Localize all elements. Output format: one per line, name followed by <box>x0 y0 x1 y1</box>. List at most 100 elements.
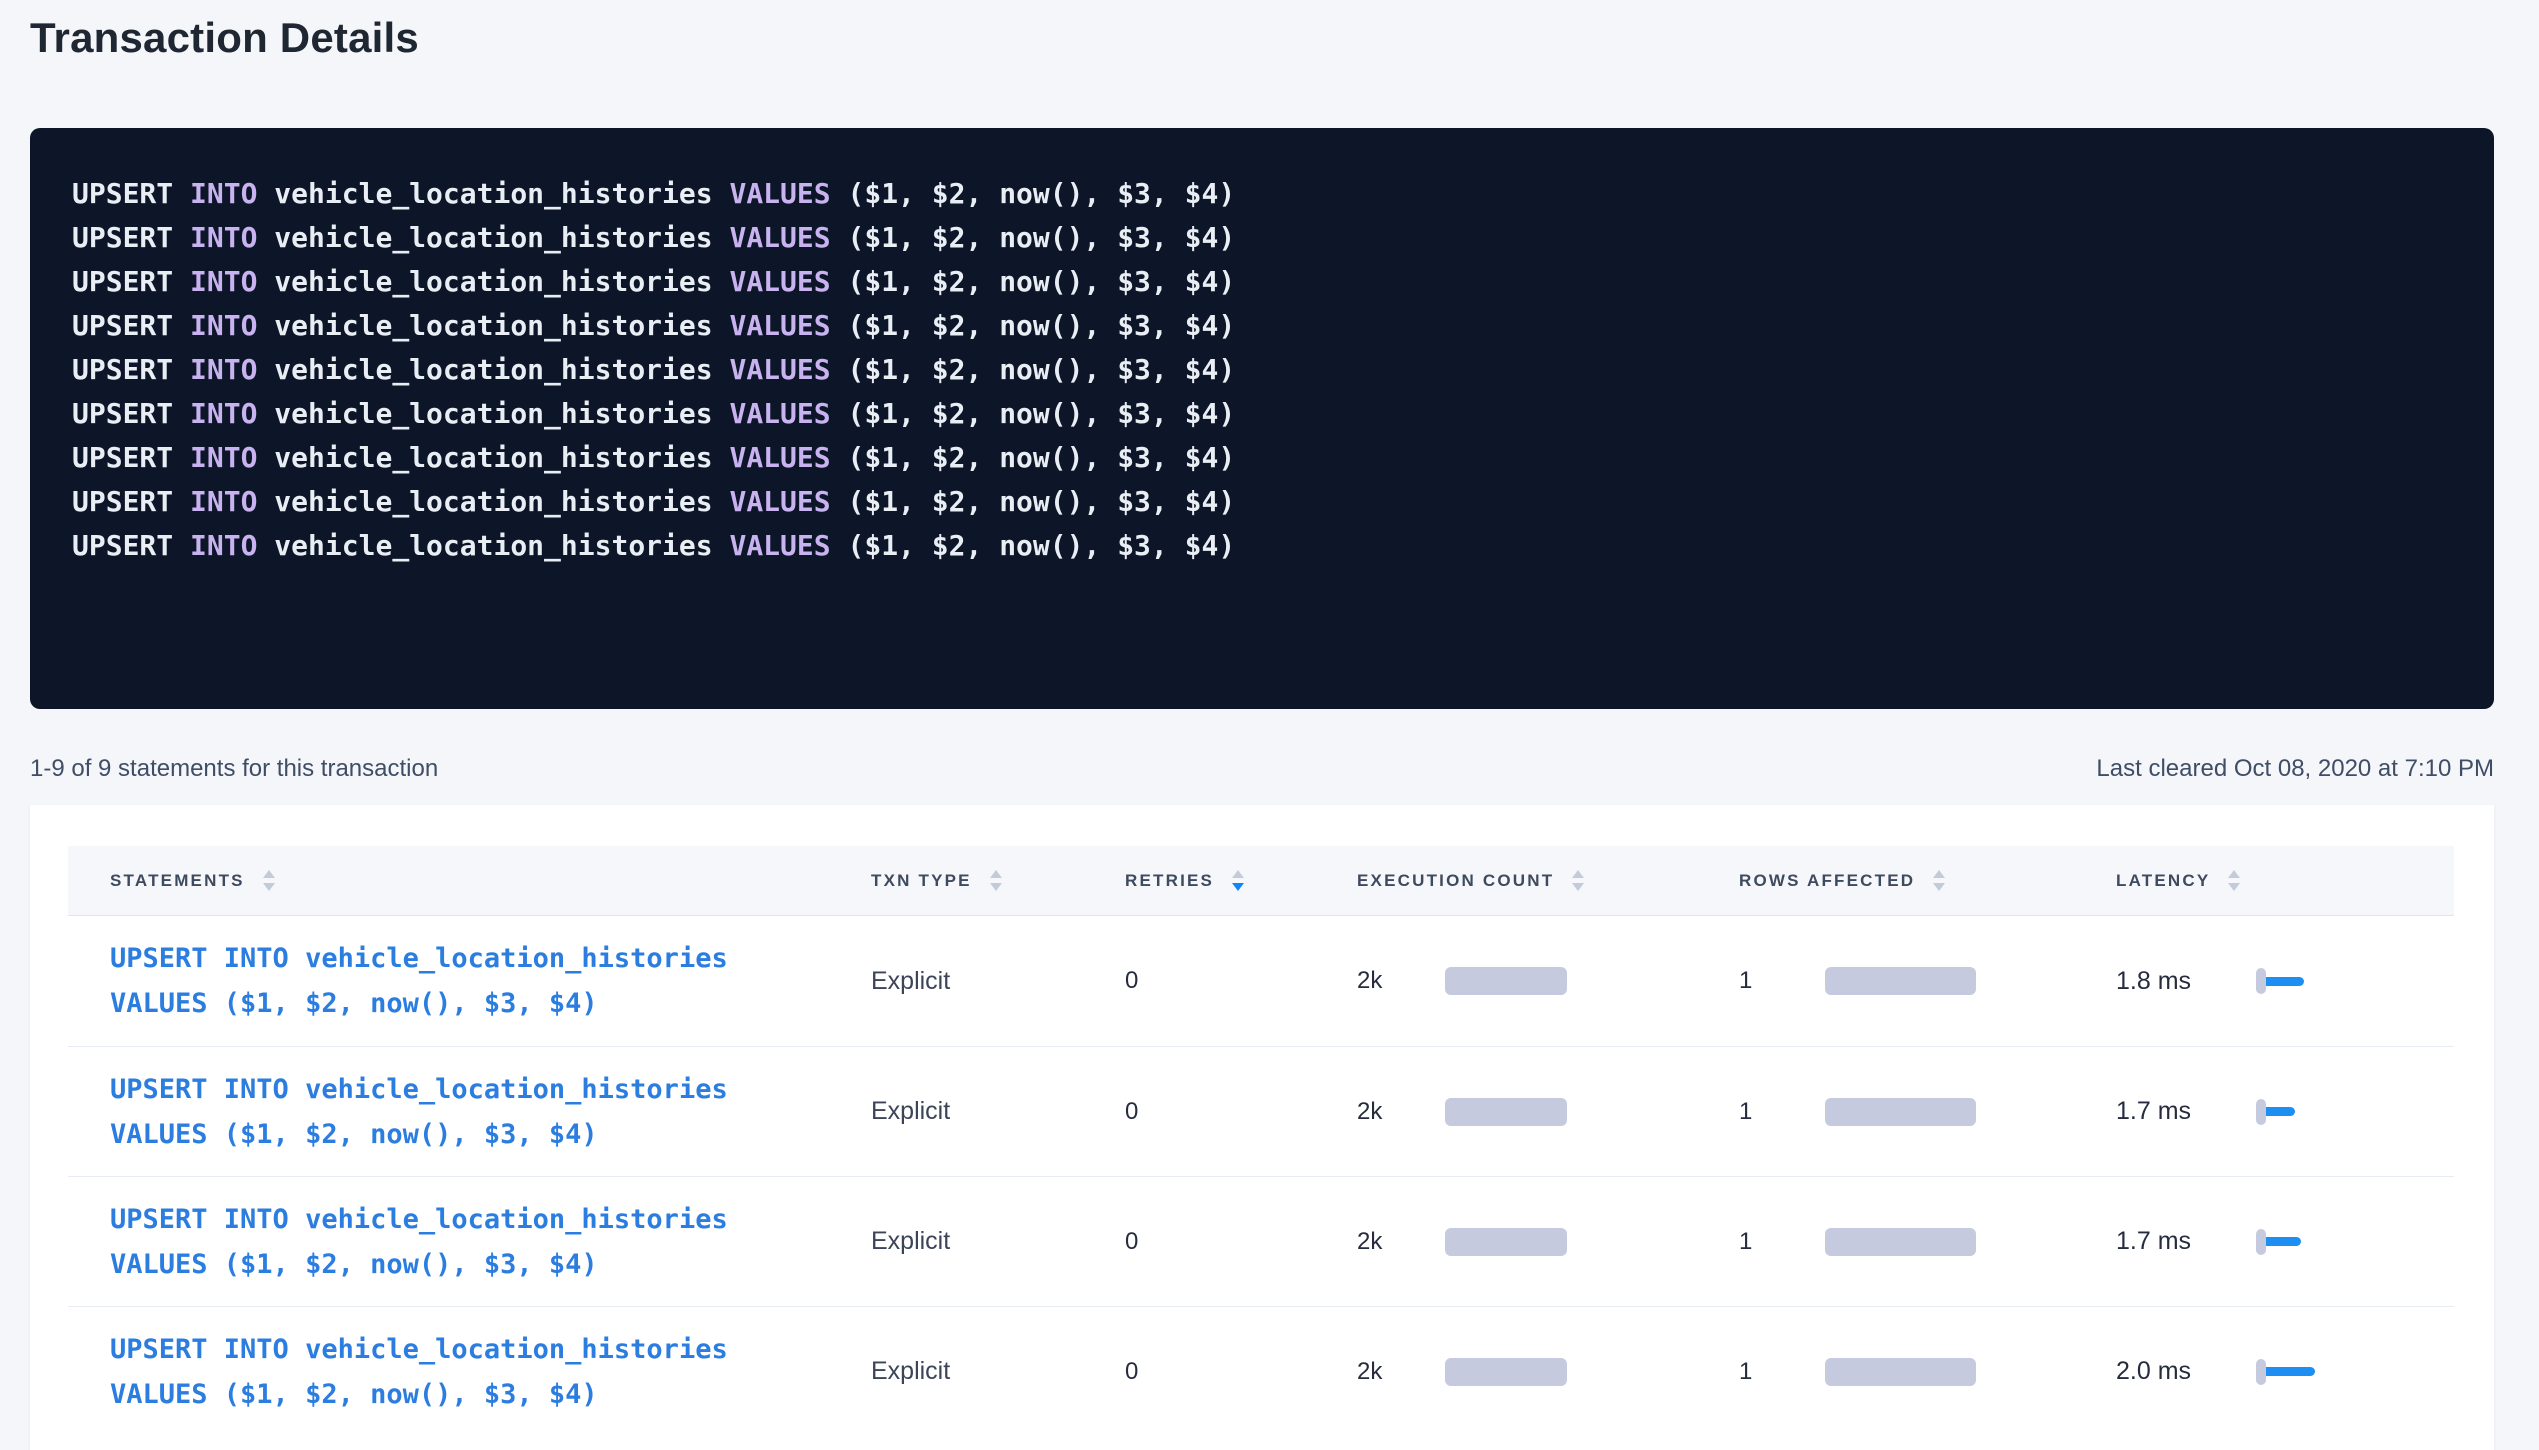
statement-link-line: UPSERT INTO vehicle_location_histories <box>110 936 728 981</box>
statement-link[interactable]: UPSERT INTO vehicle_location_historiesVA… <box>110 1327 728 1417</box>
statements-count-label: 1-9 of 9 statements for this transaction <box>30 755 438 783</box>
statement-link-line: UPSERT INTO vehicle_location_histories <box>110 1067 728 1112</box>
column-header-retries[interactable]: RETRIES <box>1117 846 1349 915</box>
execution-count-bar <box>1445 1358 1567 1386</box>
statement-link[interactable]: UPSERT INTO vehicle_location_historiesVA… <box>110 1197 728 1287</box>
sql-statement-line: UPSERT INTO vehicle_location_histories V… <box>72 524 2464 568</box>
sort-icon[interactable] <box>2228 870 2240 891</box>
sort-asc-arrow[interactable] <box>263 870 275 878</box>
sort-desc-arrow[interactable] <box>990 883 1002 891</box>
latency-marker-pill <box>2256 968 2266 994</box>
sort-desc-arrow[interactable] <box>1933 883 1945 891</box>
latency-marker-pill <box>2256 1099 2266 1125</box>
page-container: Transaction Details UPSERT INTO vehicle_… <box>30 0 2494 1450</box>
sort-asc-arrow[interactable] <box>1232 870 1244 878</box>
execution-count-bar <box>1445 967 1567 995</box>
sort-asc-arrow[interactable] <box>990 870 1002 878</box>
execution-count-value: 2k <box>1357 1098 1445 1126</box>
statements-table-card: STATEMENTS TXN TYPE RETRIES EXECUTION COUNT… <box>30 805 2494 1450</box>
page-title: Transaction Details <box>30 0 2494 62</box>
rows-affected-bar <box>1825 1358 1976 1386</box>
rows-affected-bar <box>1825 1228 1976 1256</box>
column-header-txn-type[interactable]: TXN TYPE <box>863 846 1117 915</box>
statement-link-line: VALUES ($1, $2, now(), $3, $4) <box>110 981 728 1026</box>
sort-asc-arrow[interactable] <box>2228 870 2240 878</box>
sort-desc-arrow[interactable] <box>1232 883 1244 891</box>
sql-statement-line: UPSERT INTO vehicle_location_histories V… <box>72 260 2464 304</box>
retries-value: 0 <box>1125 1098 1138 1126</box>
rows-affected-value: 1 <box>1739 967 1825 995</box>
summary-row: 1-9 of 9 statements for this transaction… <box>30 755 2494 783</box>
last-cleared-label: Last cleared Oct 08, 2020 at 7:10 PM <box>2096 755 2494 783</box>
table-row: UPSERT INTO vehicle_location_historiesVA… <box>68 1046 2454 1176</box>
execution-count-value: 2k <box>1357 967 1445 995</box>
retries-value: 0 <box>1125 1228 1138 1256</box>
statement-link[interactable]: UPSERT INTO vehicle_location_historiesVA… <box>110 936 728 1026</box>
column-label: TXN TYPE <box>871 871 972 891</box>
column-header-execution-count[interactable]: EXECUTION COUNT <box>1349 846 1731 915</box>
sql-statement-line: UPSERT INTO vehicle_location_histories V… <box>72 348 2464 392</box>
column-header-latency[interactable]: LATENCY <box>2108 846 2451 915</box>
txn-type-value: Explicit <box>871 1357 950 1386</box>
column-label: LATENCY <box>2116 871 2210 891</box>
execution-count-value: 2k <box>1357 1358 1445 1386</box>
latency-value: 2.0 ms <box>2116 1357 2256 1386</box>
sort-icon[interactable] <box>1232 870 1244 891</box>
retries-value: 0 <box>1125 1358 1138 1386</box>
retries-value: 0 <box>1125 967 1138 995</box>
statement-link-line: VALUES ($1, $2, now(), $3, $4) <box>110 1112 728 1157</box>
table-row: UPSERT INTO vehicle_location_historiesVA… <box>68 1176 2454 1306</box>
latency-bar-chart <box>2256 1099 2295 1125</box>
latency-value: 1.7 ms <box>2116 1097 2256 1126</box>
latency-bar <box>2258 1367 2315 1376</box>
txn-type-value: Explicit <box>871 1097 950 1126</box>
latency-bar-chart <box>2256 1359 2315 1385</box>
sql-statement-line: UPSERT INTO vehicle_location_histories V… <box>72 304 2464 348</box>
sql-statement-line: UPSERT INTO vehicle_location_histories V… <box>72 216 2464 260</box>
sort-desc-arrow[interactable] <box>2228 883 2240 891</box>
column-header-rows-affected[interactable]: ROWS AFFECTED <box>1731 846 2108 915</box>
sql-statements-panel: UPSERT INTO vehicle_location_histories V… <box>30 128 2494 709</box>
sort-desc-arrow[interactable] <box>263 883 275 891</box>
statement-link-line: VALUES ($1, $2, now(), $3, $4) <box>110 1242 728 1287</box>
sort-asc-arrow[interactable] <box>1933 870 1945 878</box>
rows-affected-bar <box>1825 967 1976 995</box>
latency-marker-pill <box>2256 1359 2266 1385</box>
statement-link-line: UPSERT INTO vehicle_location_histories <box>110 1197 728 1242</box>
sql-statement-line: UPSERT INTO vehicle_location_histories V… <box>72 392 2464 436</box>
column-label: RETRIES <box>1125 871 1214 891</box>
execution-count-bar <box>1445 1098 1567 1126</box>
txn-type-value: Explicit <box>871 967 950 996</box>
table-row: UPSERT INTO vehicle_location_historiesVA… <box>68 1306 2454 1436</box>
sql-statement-line: UPSERT INTO vehicle_location_histories V… <box>72 172 2464 216</box>
latency-bar-chart <box>2256 968 2304 994</box>
txn-type-value: Explicit <box>871 1227 950 1256</box>
rows-affected-value: 1 <box>1739 1098 1825 1126</box>
sort-desc-arrow[interactable] <box>1572 883 1584 891</box>
column-label: EXECUTION COUNT <box>1357 871 1554 891</box>
rows-affected-value: 1 <box>1739 1358 1825 1386</box>
sql-statement-line: UPSERT INTO vehicle_location_histories V… <box>72 436 2464 480</box>
execution-count-bar <box>1445 1228 1567 1256</box>
latency-value: 1.8 ms <box>2116 967 2256 996</box>
latency-value: 1.7 ms <box>2116 1227 2256 1256</box>
rows-affected-bar <box>1825 1098 1976 1126</box>
column-header-statements[interactable]: STATEMENTS <box>68 846 863 915</box>
sort-icon[interactable] <box>990 870 1002 891</box>
table-body: UPSERT INTO vehicle_location_historiesVA… <box>68 916 2454 1436</box>
execution-count-value: 2k <box>1357 1228 1445 1256</box>
latency-bar-chart <box>2256 1229 2301 1255</box>
column-label: ROWS AFFECTED <box>1739 871 1915 891</box>
rows-affected-value: 1 <box>1739 1228 1825 1256</box>
statement-link[interactable]: UPSERT INTO vehicle_location_historiesVA… <box>110 1067 728 1157</box>
sort-icon[interactable] <box>263 870 275 891</box>
statement-link-line: UPSERT INTO vehicle_location_histories <box>110 1327 728 1372</box>
sort-asc-arrow[interactable] <box>1572 870 1584 878</box>
sort-icon[interactable] <box>1933 870 1945 891</box>
sql-statement-line: UPSERT INTO vehicle_location_histories V… <box>72 480 2464 524</box>
sort-icon[interactable] <box>1572 870 1584 891</box>
table-row: UPSERT INTO vehicle_location_historiesVA… <box>68 916 2454 1046</box>
statement-link-line: VALUES ($1, $2, now(), $3, $4) <box>110 1372 728 1417</box>
column-label: STATEMENTS <box>110 871 245 891</box>
table-header-row: STATEMENTS TXN TYPE RETRIES EXECUTION COUNT… <box>68 846 2454 916</box>
